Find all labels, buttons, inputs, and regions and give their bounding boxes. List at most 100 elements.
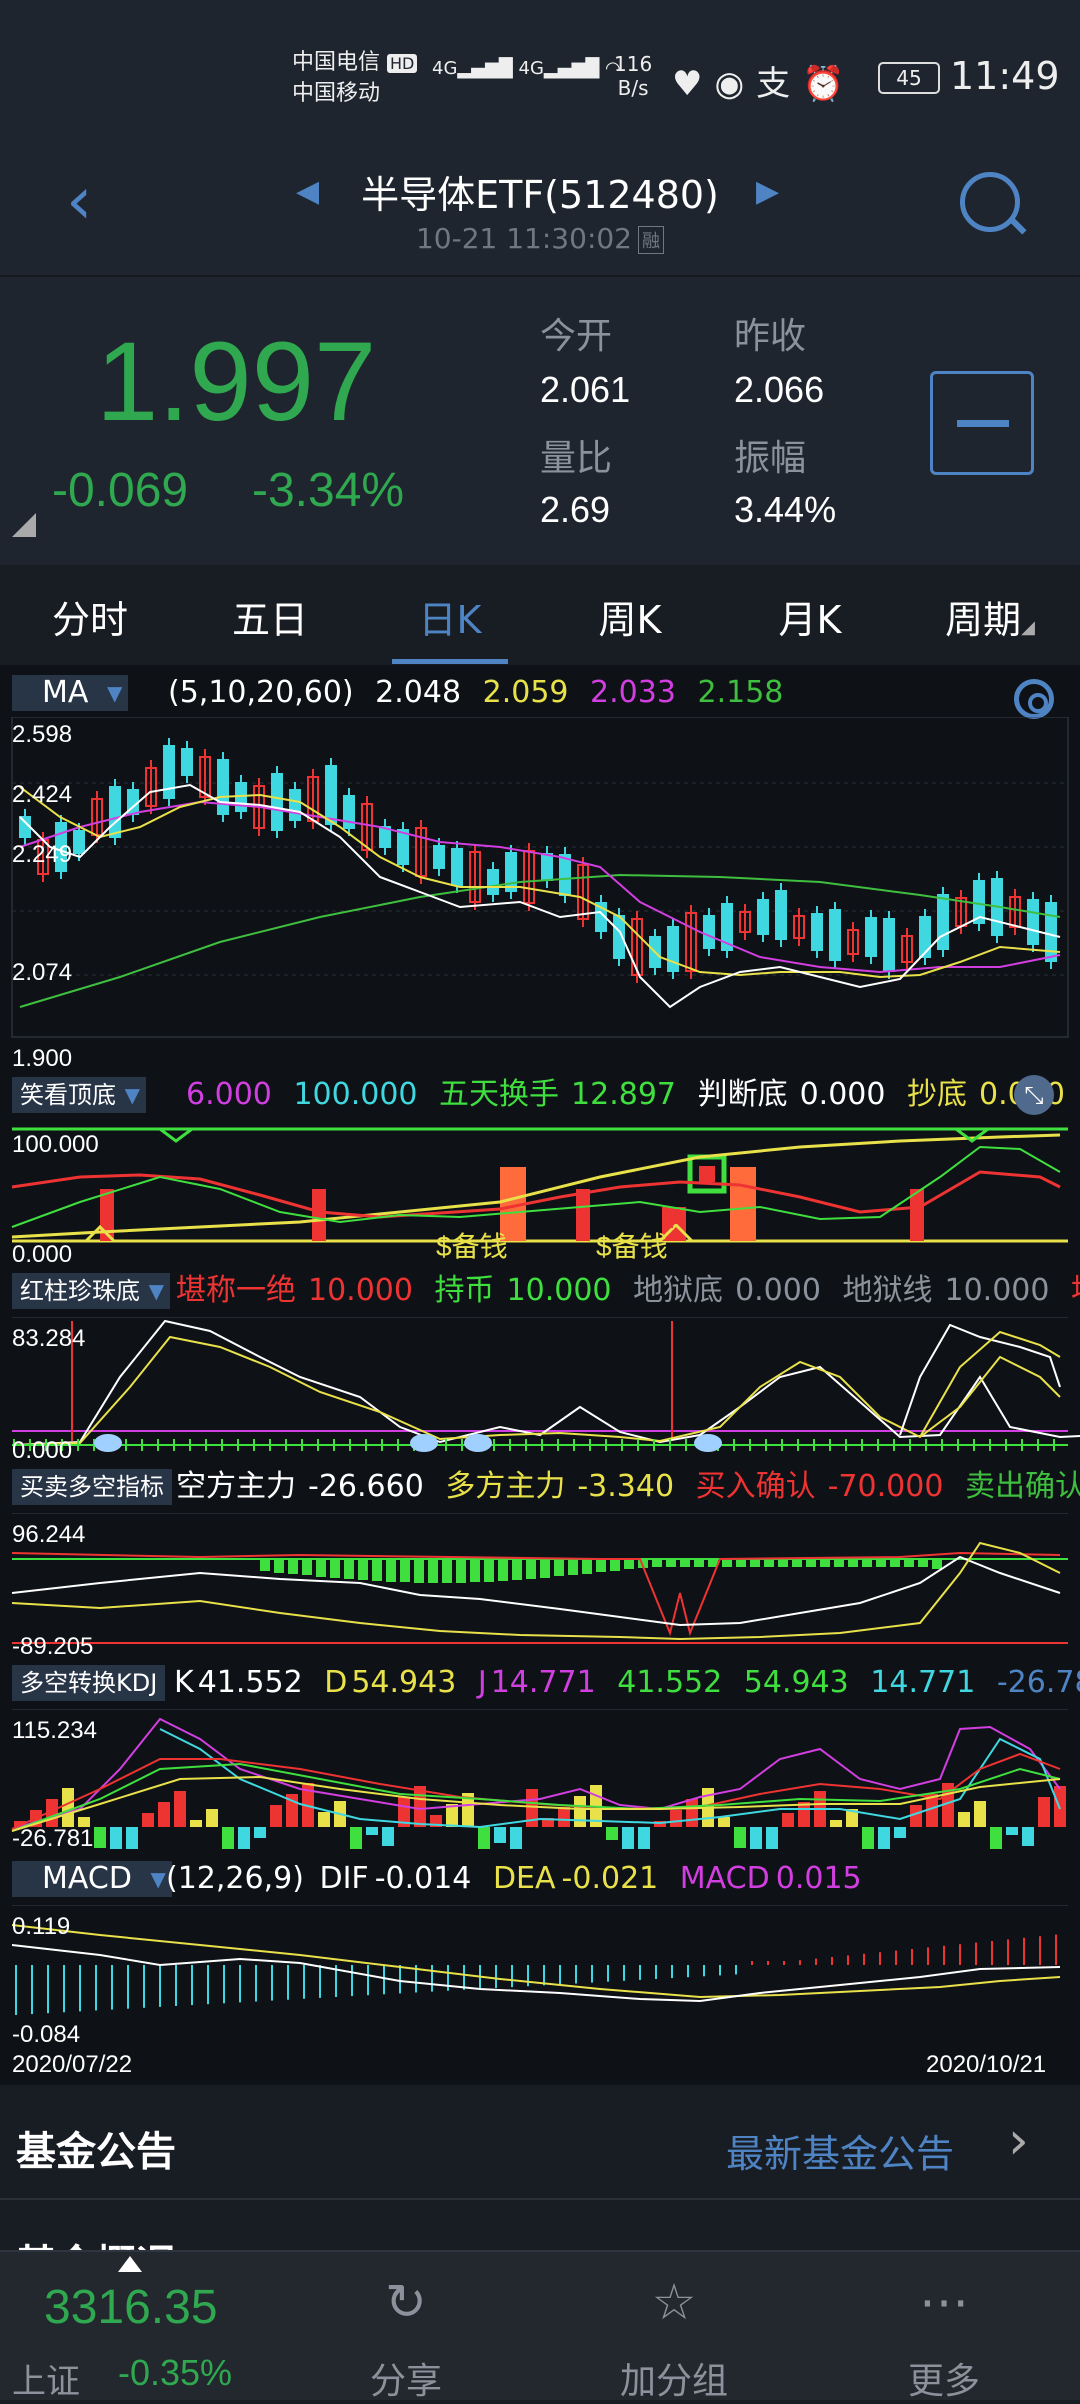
ind4-bar	[206, 1809, 218, 1827]
chevron-right-icon: ›	[1008, 2111, 1029, 2171]
ind3-bar	[386, 1559, 396, 1582]
dropdown-icon: ▼	[150, 1867, 166, 1891]
ind2-values: 堪称一绝 10.000 持币 10.000 地狱底 0.000 地狱线 10.000 地	[176, 1269, 1080, 1313]
ind3-bar	[400, 1559, 410, 1582]
ind4-bar	[750, 1827, 762, 1849]
net-speed-unit: B/s	[617, 76, 649, 100]
vol-ratio-label: 量比	[540, 438, 613, 479]
ind4-bar	[382, 1827, 394, 1846]
ind1-selector[interactable]: 笑看顶底 ▼	[12, 1077, 146, 1113]
ind1-marker-2: $备钱	[596, 1231, 668, 1262]
remove-watchlist-button[interactable]	[930, 371, 1034, 475]
ind1-c: 12.897	[571, 1077, 677, 1112]
heart-icon: ♥	[672, 64, 715, 104]
ind4-bar	[478, 1827, 490, 1849]
next-stock-icon[interactable]: ▶	[756, 174, 779, 209]
tab-weekly-k[interactable]: 周K	[560, 589, 700, 644]
search-icon[interactable]	[960, 172, 1020, 232]
ind3-b-label: 多方主力	[445, 1469, 566, 1504]
kdj-k: 41.552	[197, 1665, 303, 1700]
ind4-selector[interactable]: 多空转换KDJ	[12, 1665, 166, 1701]
ind3-selector[interactable]: 买卖多空指标	[12, 1469, 172, 1505]
ind2-selector[interactable]: 红柱珍珠底 ▼	[12, 1273, 170, 1309]
add-group-button[interactable]: ☆ 加分组	[604, 2272, 744, 2404]
kdj-d-label: D	[324, 1665, 348, 1700]
tab-five-day[interactable]: 五日	[200, 589, 340, 644]
candle-body	[181, 748, 193, 776]
ind1-y-top: 100.000	[12, 1131, 99, 1158]
macd-values: (12,26,9) DIF -0.014 DEA -0.021 MACD 0.015	[166, 1857, 874, 1901]
share-button[interactable]: ↻ 分享	[336, 2272, 476, 2404]
ind4-v4: -26.78	[996, 1665, 1080, 1700]
ind1-c-label: 五天换手	[439, 1077, 560, 1112]
macd-params: (12,26,9)	[166, 1861, 304, 1896]
kline-chart-area[interactable]: MA ▼ (5,10,20,60) 2.048 2.059 2.033 2.158…	[0, 665, 1080, 2085]
back-icon[interactable]: ‹	[66, 168, 92, 234]
price-change-pct: -3.34%	[252, 464, 405, 517]
ind3-bar	[680, 1559, 690, 1567]
settings-gear-icon[interactable]	[1014, 679, 1054, 719]
ind1-marker-3: ¥	[664, 1203, 680, 1234]
ind4-bar	[974, 1801, 986, 1827]
candle-body	[397, 829, 409, 865]
ind2-badge-label: 红柱珍珠底	[20, 1277, 140, 1305]
tab-daily-k[interactable]: 日K	[380, 589, 520, 644]
ind4-bar	[782, 1813, 794, 1827]
ind4-y-top: 115.234	[12, 1717, 97, 1744]
expand-corner-icon[interactable]	[12, 513, 36, 537]
ma5-line	[19, 783, 1061, 1009]
candle-body	[757, 899, 769, 935]
tab-intraday[interactable]: 分时	[20, 589, 160, 644]
more-button[interactable]: ⋯ 更多	[874, 2272, 1014, 2404]
ind3-bar	[610, 1559, 620, 1571]
ind3-bar	[750, 1559, 760, 1567]
ind3-bar	[778, 1559, 788, 1567]
prev-stock-icon[interactable]: ◀	[296, 174, 319, 209]
ind3-bar	[512, 1559, 522, 1580]
ind3-d-label: 卖出确认	[964, 1469, 1080, 1504]
ind3-bar	[428, 1559, 438, 1583]
ind1-values: 6.000 100.000 五天换手12.897 判断底0.000 抄底0.00…	[186, 1073, 1077, 1117]
macd-dif: -0.014	[374, 1861, 472, 1896]
candle-body	[505, 852, 517, 892]
open-label: 今开	[540, 316, 613, 357]
index-value[interactable]: 3316.35	[44, 2280, 218, 2335]
ind4-bar	[318, 1812, 330, 1827]
ind2-header: 红柱珍珠底 ▼ 堪称一绝 10.000 持币 10.000 地狱底 0.000 地狱线 1…	[0, 1269, 1080, 1313]
date-end: 2020/10/21	[926, 2051, 1047, 2078]
prev-close-label: 昨收	[734, 316, 807, 357]
fund-notice-row[interactable]: 基金公告 最新基金公告 ›	[0, 2085, 1080, 2200]
share-icon: ↻	[385, 2273, 427, 2331]
ind2-chart	[11, 1317, 1080, 1452]
ind2-b: 10.000	[506, 1273, 612, 1308]
ind3-bar	[876, 1559, 886, 1567]
ind4-bar	[62, 1788, 74, 1827]
ind1-b: 100.000	[293, 1077, 418, 1112]
ind4-bar	[766, 1827, 778, 1849]
latest-notice-link[interactable]: 最新基金公告	[726, 2123, 954, 2178]
quote-time: 10-21 11:30:02 融	[340, 222, 740, 255]
candle-body	[109, 786, 121, 838]
net-speed-value: 116	[614, 52, 653, 76]
ind4-bar	[350, 1827, 362, 1849]
ind4-bar	[1022, 1827, 1034, 1846]
ma-selector[interactable]: MA ▼	[12, 675, 129, 711]
ind3-bar	[526, 1559, 536, 1579]
ind4-bar	[270, 1805, 282, 1827]
ind4-v3: 14.771	[870, 1665, 976, 1700]
tab-period[interactable]: 周期◢	[920, 589, 1060, 644]
fullscreen-icon[interactable]: ⤡	[1014, 1075, 1054, 1115]
amplitude-label: 振幅	[734, 438, 807, 479]
macd-selector[interactable]: MACD ▼	[12, 1861, 172, 1897]
ind2-d-label: 地狱线	[842, 1273, 933, 1308]
ind3-bar	[890, 1559, 900, 1567]
fund-overview-row[interactable]: 基金概况	[0, 2202, 1080, 2252]
tab-monthly-k[interactable]: 月K	[740, 589, 880, 644]
ind4-bar	[686, 1799, 698, 1827]
ind1-e-label: 抄底	[907, 1077, 968, 1112]
ind3-badge-label: 买卖多空指标	[20, 1473, 164, 1501]
battery-icon: 45	[878, 62, 940, 94]
candle-body	[487, 869, 499, 895]
ma-values: (5,10,20,60) 2.048 2.059 2.033 2.158	[168, 671, 795, 715]
candle-body	[217, 759, 229, 815]
